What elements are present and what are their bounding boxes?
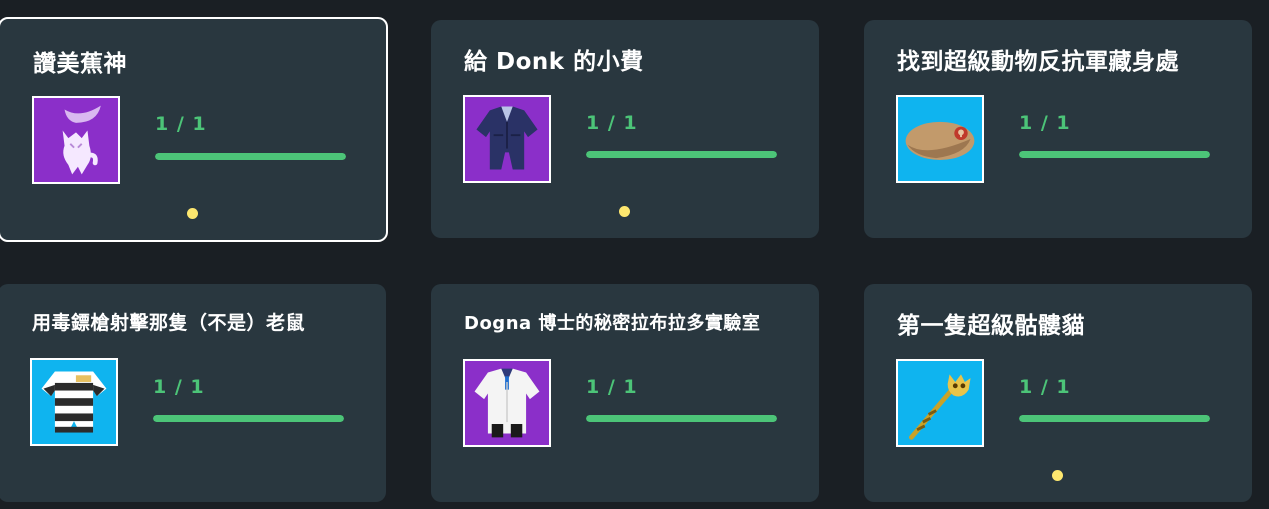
progress-bar-fill — [586, 151, 777, 158]
progress-bar — [1019, 151, 1210, 158]
achievement-card-donk-tip[interactable]: 給 Donk 的小費 1 / 1 — [431, 20, 819, 238]
achievement-grid: 讚美蕉神 1 / 1 給 Donk 的小費 1 / 1 找到超級動物反抗軍藏身處… — [0, 0, 1269, 509]
achievement-title: Dogna 博士的秘密拉布拉多實驗室 — [464, 313, 761, 334]
progress-count: 1 / 1 — [586, 112, 638, 134]
skull-cat-staff-icon — [896, 359, 984, 447]
achievement-title: 找到超級動物反抗軍藏身處 — [897, 49, 1179, 75]
progress-bar — [586, 415, 777, 422]
new-notification-dot — [1052, 470, 1063, 481]
progress-count: 1 / 1 — [155, 113, 207, 135]
achievement-card-skeleton-cat[interactable]: 第一隻超級骷髏貓 1 / 1 — [864, 284, 1252, 502]
achievement-title: 讚美蕉神 — [33, 51, 127, 77]
progress-bar — [1019, 415, 1210, 422]
progress-bar — [153, 415, 344, 422]
progress-bar-fill — [155, 153, 346, 160]
prisoner-outfit-icon — [30, 358, 118, 446]
banana-spirit-costume-icon — [32, 96, 120, 184]
lab-coat-icon — [463, 359, 551, 447]
navy-suit-costume-icon — [463, 95, 551, 183]
achievement-card-praise-banana[interactable]: 讚美蕉神 1 / 1 — [0, 17, 388, 242]
progress-count: 1 / 1 — [1019, 112, 1071, 134]
new-notification-dot — [619, 206, 630, 217]
achievement-card-dart-rat[interactable]: 用毒鏢槍射擊那隻（不是）老鼠 1 / 1 — [0, 284, 386, 502]
achievement-card-rebel-hideout[interactable]: 找到超級動物反抗軍藏身處 1 / 1 — [864, 20, 1252, 238]
progress-bar-fill — [586, 415, 777, 422]
beret-hat-icon — [896, 95, 984, 183]
progress-count: 1 / 1 — [153, 376, 205, 398]
progress-count: 1 / 1 — [586, 376, 638, 398]
progress-bar — [155, 153, 346, 160]
achievement-title: 給 Donk 的小費 — [464, 49, 644, 75]
progress-bar-fill — [153, 415, 344, 422]
progress-bar-fill — [1019, 151, 1210, 158]
achievement-title: 用毒鏢槍射擊那隻（不是）老鼠 — [32, 312, 306, 334]
achievement-title: 第一隻超級骷髏貓 — [897, 313, 1085, 339]
progress-count: 1 / 1 — [1019, 376, 1071, 398]
achievement-card-labrador-lab[interactable]: Dogna 博士的秘密拉布拉多實驗室 1 / 1 — [431, 284, 819, 502]
progress-bar — [586, 151, 777, 158]
progress-bar-fill — [1019, 415, 1210, 422]
new-notification-dot — [187, 208, 198, 219]
